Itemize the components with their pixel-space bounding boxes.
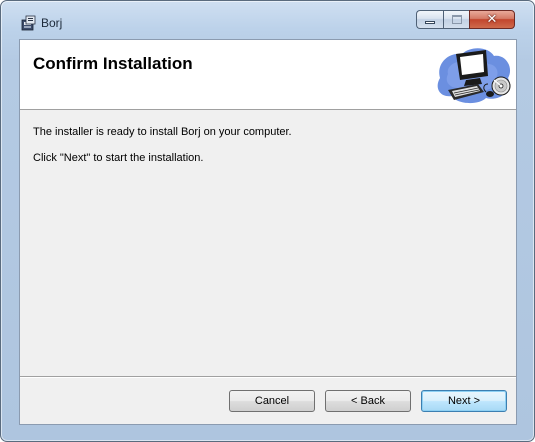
computer-cd-clipart-icon — [437, 48, 511, 104]
installer-window: Borj ✕ Confirm Installation The installe… — [0, 0, 535, 442]
window-title: Borj — [41, 16, 63, 30]
caption-buttons: ✕ — [416, 10, 515, 29]
instruction-message: Click "Next" to start the installation. — [33, 152, 204, 164]
cancel-button[interactable]: Cancel — [229, 390, 315, 412]
title-bar[interactable]: Borj ✕ — [1, 1, 534, 31]
installer-app-icon — [21, 15, 36, 31]
footer-divider — [20, 376, 516, 378]
minimize-button[interactable] — [416, 10, 443, 29]
maximize-button[interactable] — [443, 10, 469, 29]
close-button[interactable]: ✕ — [469, 10, 515, 29]
ready-message: The installer is ready to install Borj o… — [33, 126, 292, 138]
minimize-icon — [425, 21, 435, 24]
header-banner: Confirm Installation — [20, 40, 516, 110]
maximize-icon — [452, 15, 462, 24]
next-button[interactable]: Next > — [421, 390, 507, 412]
dialog-client-area: Confirm Installation The installer is re… — [19, 39, 517, 425]
close-icon: ✕ — [486, 12, 498, 27]
back-button[interactable]: < Back — [325, 390, 411, 412]
page-title: Confirm Installation — [33, 54, 193, 73]
